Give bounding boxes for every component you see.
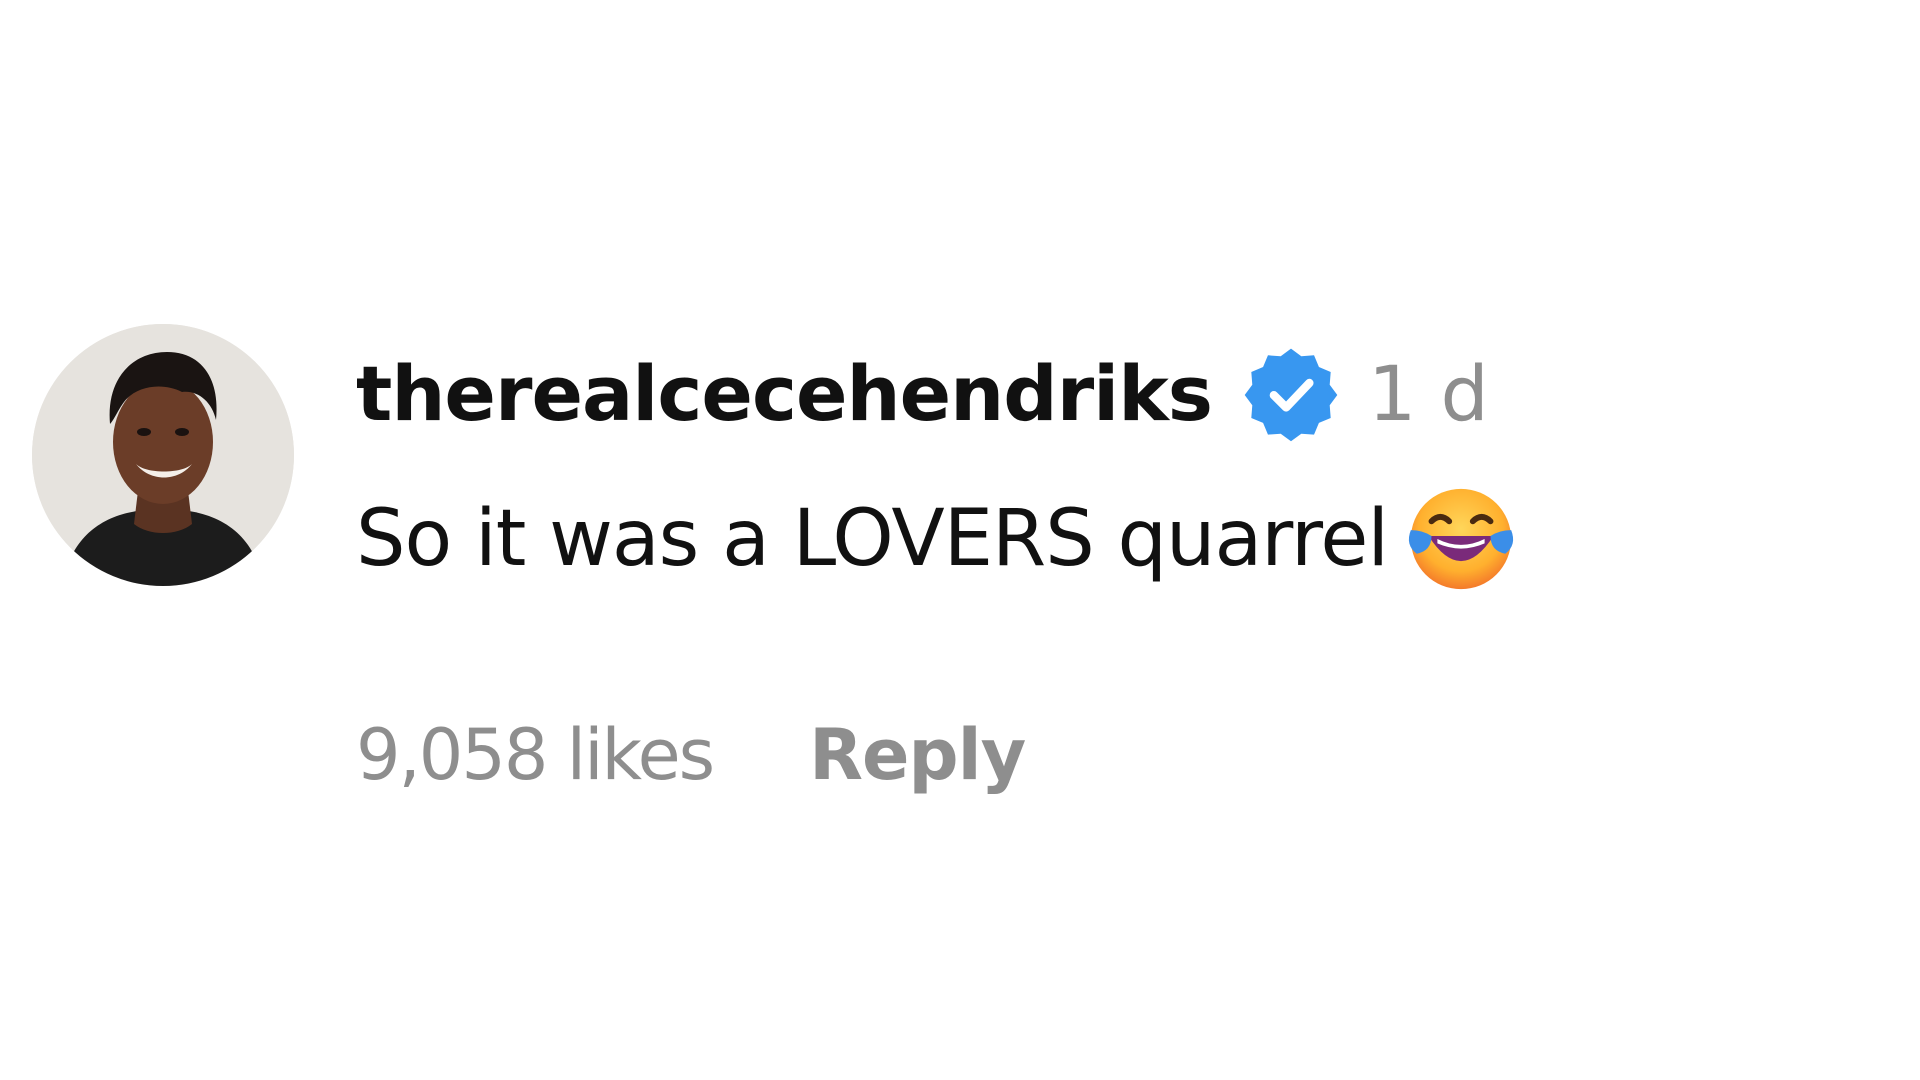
face-with-tears-of-joy-icon [1402,480,1520,598]
comment-item: therealcecehendriks 1 d So it was a LOVE… [32,324,1892,824]
timestamp: 1 d [1368,349,1489,438]
reply-button[interactable]: Reply [809,714,1026,796]
comment-text: So it was a LOVERS quarrel [356,488,1520,590]
likes-count[interactable]: 9,058 likes [356,714,715,796]
comment-actions: 9,058 likes Reply [356,710,1026,800]
verified-badge-icon [1242,345,1340,443]
comment-header: therealcecehendriks 1 d [356,348,1489,442]
profile-photo-icon [32,324,294,586]
comment-text-content: So it was a LOVERS quarrel [356,494,1389,584]
avatar[interactable] [32,324,294,586]
username-link[interactable]: therealcecehendriks [356,354,1213,434]
